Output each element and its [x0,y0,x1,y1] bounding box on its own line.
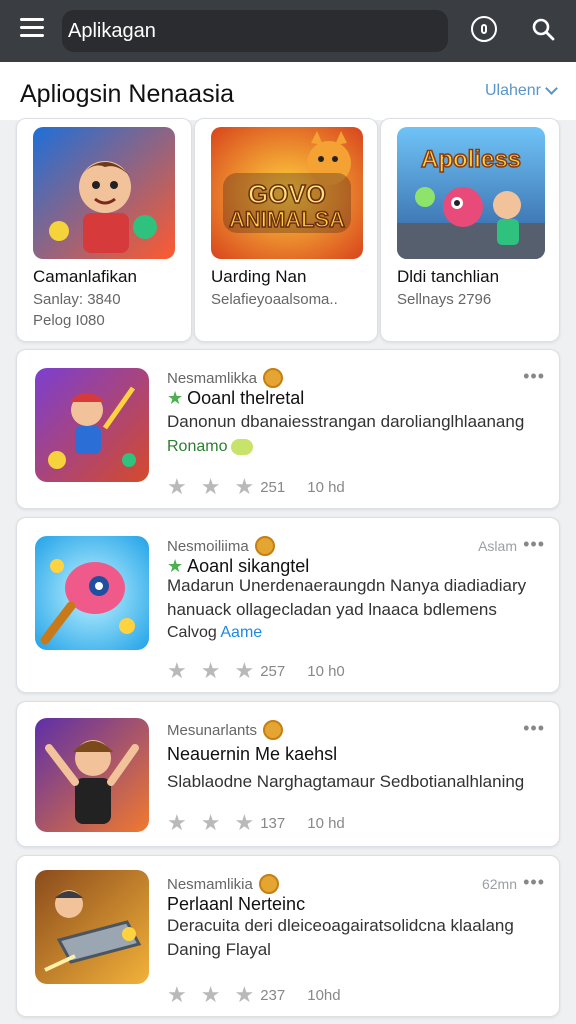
app-category: Ronamo [167,438,254,456]
app-category-text: Ronamo [167,438,228,455]
list-item[interactable]: Nesmoiliima Aslam ••• ★ Aoanl sikangtel … [16,517,560,693]
rating-count: 237 [260,986,286,1004]
app-category-link[interactable]: Aame [220,624,262,641]
app-title: Neauernin Me kaehsl [167,744,337,765]
developer-label: Nesmamlikia [167,875,253,893]
app-title: ★ Ooanl thelretal [167,388,304,409]
featured-app-meta-2: Pelog I080 [33,312,105,329]
app-stats: ★ ★ ★ 237 10hd [167,982,341,1008]
app-title-text: Ooanl thelretal [187,388,305,408]
featured-thumbnail: Apoliess [397,127,545,259]
app-title-text: Perlaanl Nerteinc [167,894,306,914]
top-app-bar: Aplikagan [0,0,576,62]
featured-card[interactable]: GOVO ANIMALSA Uarding Nan Selafieyoaalso… [194,118,378,342]
featured-carousel[interactable]: Camanlafikan Sanlay: 3840 Pelog I080 GOV… [16,118,560,342]
star-icon: ★ [200,982,221,1007]
section-more-button[interactable]: Ulahenr [484,82,558,100]
star-icon: ★ [167,810,187,835]
rating-count: 251 [260,478,286,496]
star-icon: ★ [234,658,255,683]
app-title: Perlaanl Nerteinc [167,894,305,915]
download-count: 10 hd [307,478,345,496]
featured-app-meta: Sanlay: 3840 [33,291,121,308]
star-icon: ★ [200,658,221,683]
featured-app-meta: Sellnays 2796 [397,291,492,308]
app-description: Danonun dbanaiesstrangan darolianglhlaan… [167,412,525,431]
list-item[interactable]: Mesunarlants ••• Neauernin Me kaehsl Sla… [16,701,560,847]
star-icon: ★ [167,388,184,408]
app-stats: ★ ★ ★ 257 10 h0 [167,658,345,684]
app-icon [35,368,149,482]
developer-label: Nesmoiliima [167,537,249,555]
rating-count: 257 [260,662,286,680]
star-icon: ★ [200,810,221,835]
section-header: Apliogsin Nenaasia Ulahenr [0,62,576,120]
featured-card[interactable]: Apoliess Dldi tanchlian Sellnays 2796 [380,118,560,342]
app-stats: ★ ★ ★ 251 10 hd [167,474,345,500]
star-icon: ★ [200,474,221,499]
more-options-icon[interactable]: ••• [523,534,545,555]
post-time: 62mn [481,876,517,892]
verified-badge-icon [258,874,279,894]
rating-count: 137 [260,814,286,832]
chevron-down-icon [545,82,558,95]
developer-name: Nesmamlikka [167,368,284,388]
verified-badge-icon [263,720,284,740]
tag-pill [231,438,254,455]
list-item[interactable]: Nesmamlikia 62mn ••• Perlaanl Nerteinc D… [16,855,560,1017]
section-more-label: Ulahenr [484,82,541,99]
app-description: Slablaodne Narghagtamaur Sedbotianalhlan… [167,772,525,791]
hamburger-menu-icon[interactable] [20,18,44,40]
download-count: 10hd [307,986,341,1004]
search-text: Aplikagan [68,20,156,42]
featured-app-meta: Selafieyoaalsoma.. [211,291,338,308]
svg-text:GOVO: GOVO [248,179,326,209]
app-icon [35,718,149,832]
list-item[interactable]: Nesmamlikka ••• ★ Ooanl thelretal Danonu… [16,349,560,509]
search-input[interactable]: Aplikagan [62,10,448,52]
app-category-text: Calvog [167,624,217,641]
more-options-icon[interactable]: ••• [523,718,545,739]
download-count: 10 h0 [307,662,345,680]
star-icon: ★ [167,982,187,1007]
featured-thumbnail [33,127,175,259]
svg-text:Apoliess: Apoliess [421,146,521,173]
search-icon[interactable] [530,16,556,42]
svg-text:ANIMALSA: ANIMALSA [229,207,345,232]
app-icon [35,536,149,650]
app-title-text: Neauernin Me kaehsl [167,744,338,764]
star-icon: ★ [167,474,187,499]
section-title: Apliogsin Nenaasia [20,80,235,108]
more-options-icon[interactable]: ••• [523,872,545,893]
developer-name: Mesunarlants [167,720,284,740]
developer-label: Mesunarlants [167,721,258,739]
star-icon: ★ [234,810,255,835]
verified-badge-icon [263,368,284,388]
verified-badge-icon [254,536,275,556]
developer-name: Nesmoiliima [167,536,275,556]
star-icon: ★ [234,982,255,1007]
developer-label: Nesmamlikka [167,369,258,387]
featured-app-name: Dldi tanchlian [397,267,500,286]
app-stats: ★ ★ ★ 137 10 hd [167,810,345,836]
featured-thumbnail: GOVO ANIMALSA [211,127,363,259]
app-description: Deracuita deri dleiceoagairatsolidcna kl… [167,916,514,959]
download-count: 10 hd [307,814,345,832]
developer-name: Nesmamlikia [167,874,279,894]
featured-app-name: Camanlafikan [33,267,137,286]
microphone-icon[interactable] [471,16,497,42]
post-time: Aslam [478,538,517,554]
featured-app-name: Uarding Nan [211,267,307,286]
app-description: Madarun Unerdenaeraungdn Nanya diadiadia… [167,576,527,619]
featured-card[interactable]: Camanlafikan Sanlay: 3840 Pelog I080 [16,118,192,342]
more-options-icon[interactable]: ••• [523,366,545,387]
app-icon [35,870,149,984]
star-icon: ★ [167,658,187,683]
app-category: Calvog Aame [167,624,262,642]
star-icon: ★ [234,474,255,499]
